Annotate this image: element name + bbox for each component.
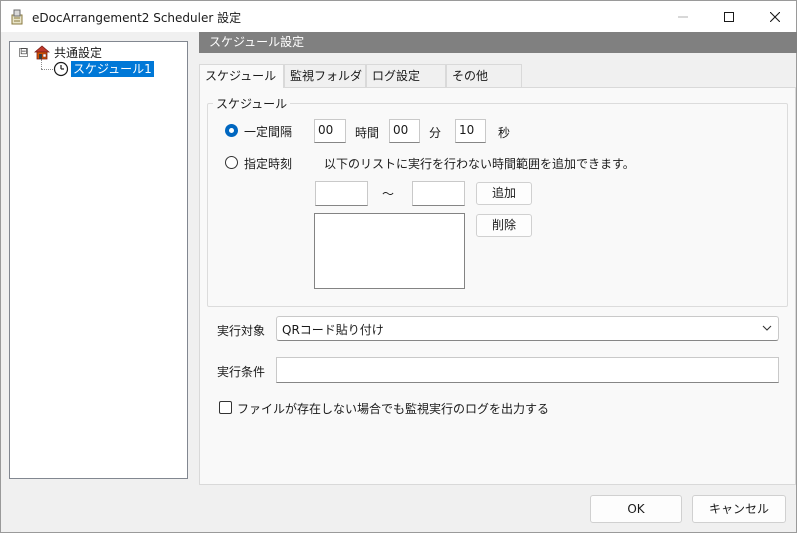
execution-condition-input[interactable]: [276, 357, 779, 383]
fixed-time-radio[interactable]: [225, 156, 238, 169]
tab-other[interactable]: その他: [446, 64, 522, 87]
range-to-input[interactable]: [412, 181, 465, 206]
settings-tree[interactable]: ⊟ 共通設定 スケジュール1: [9, 41, 188, 479]
tab-watch-folder[interactable]: 監視フォルダ: [284, 64, 366, 87]
minimize-icon: [678, 16, 688, 17]
tree-connector-branch: [41, 69, 53, 70]
log-missing-files-checkbox[interactable]: [219, 401, 232, 414]
execution-condition-label: 実行条件: [217, 365, 266, 379]
fixed-time-radio-label[interactable]: 指定時刻: [244, 155, 292, 172]
settings-window: eDocArrangement2 Scheduler 設定 ⊟ 共通設定 スケジ…: [0, 0, 797, 533]
maximize-icon: [724, 11, 734, 22]
tab-schedule[interactable]: スケジュール: [199, 64, 284, 88]
seconds-input[interactable]: 10: [455, 119, 486, 143]
hours-unit-label: 時間: [355, 126, 380, 140]
minutes-unit-label: 分: [429, 126, 442, 140]
tab-log-settings[interactable]: ログ設定: [366, 64, 446, 87]
tree-connector: [41, 59, 42, 69]
schedule-group-label: スケジュール: [213, 95, 291, 112]
house-icon: [34, 45, 50, 60]
range-from-input[interactable]: [315, 181, 368, 206]
clock-icon: [53, 61, 69, 77]
range-separator: ～: [382, 187, 395, 201]
interval-radio[interactable]: [225, 124, 238, 137]
app-icon: [11, 9, 23, 25]
execution-target-select[interactable]: QRコード貼り付け: [276, 316, 779, 341]
delete-range-button[interactable]: 削除: [476, 214, 532, 237]
add-range-button[interactable]: 追加: [476, 182, 532, 205]
execution-target-label: 実行対象: [217, 324, 266, 338]
maximize-button[interactable]: [706, 1, 752, 32]
close-icon: [770, 11, 780, 22]
execution-target-value: QRコード貼り付け: [282, 323, 384, 337]
tree-collapse-toggle[interactable]: ⊟: [19, 48, 28, 57]
excluded-ranges-list[interactable]: [314, 213, 465, 289]
window-title: eDocArrangement2 Scheduler 設定: [32, 11, 242, 25]
ok-button[interactable]: OK: [590, 495, 682, 523]
tree-item-schedule1[interactable]: スケジュール1: [71, 61, 154, 77]
minimize-button[interactable]: [660, 1, 706, 32]
seconds-unit-label: 秒: [498, 126, 511, 140]
fixed-time-note: 以下のリストに実行を行わない時間範囲を追加できます。: [324, 157, 635, 171]
title-bar: eDocArrangement2 Scheduler 設定: [1, 1, 796, 32]
section-header: スケジュール設定: [199, 32, 797, 53]
tree-item-common-settings[interactable]: 共通設定: [54, 44, 102, 61]
cancel-button[interactable]: キャンセル: [692, 495, 786, 523]
close-button[interactable]: [752, 1, 797, 32]
minutes-input[interactable]: 00: [389, 119, 420, 143]
hours-input[interactable]: 00: [314, 119, 346, 143]
interval-radio-label[interactable]: 一定間隔: [244, 123, 292, 140]
chevron-down-icon: [762, 325, 772, 331]
log-missing-files-label[interactable]: ファイルが存在しない場合でも監視実行のログを出力する: [237, 400, 549, 417]
